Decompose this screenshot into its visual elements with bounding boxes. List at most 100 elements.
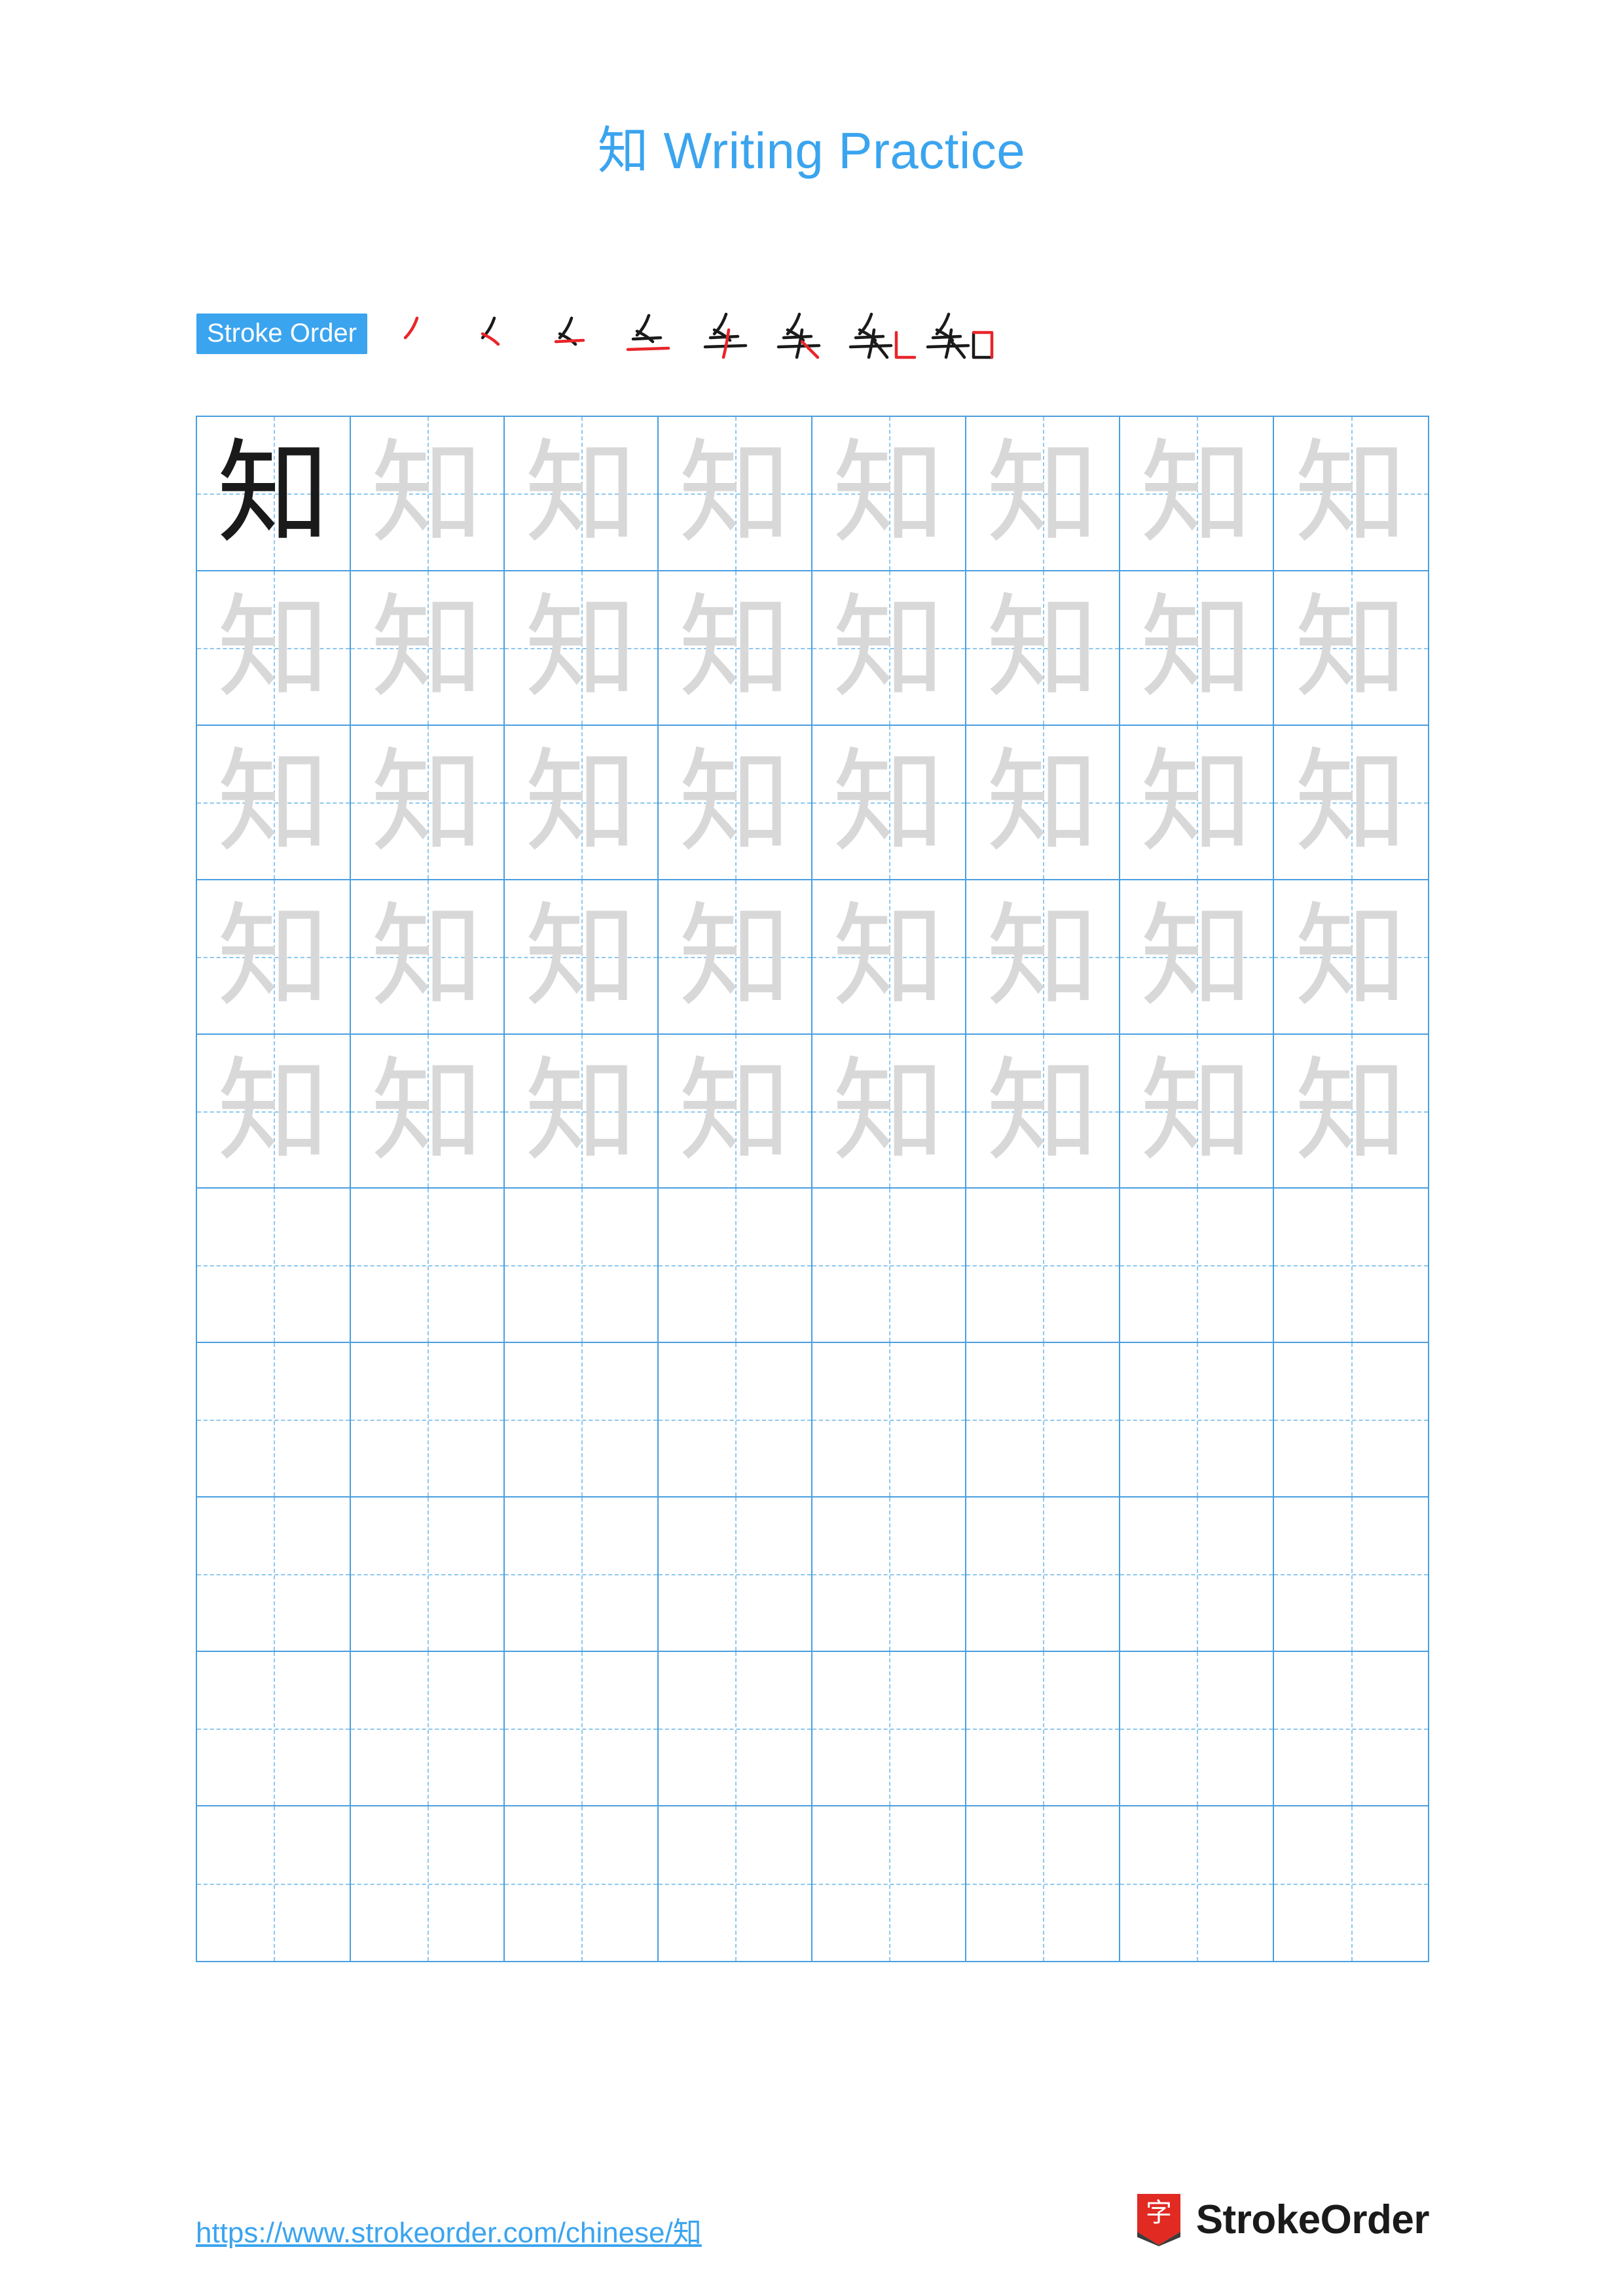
practice-cell (197, 1343, 351, 1498)
traceable-character: 知 (1294, 736, 1408, 868)
practice-cell (812, 1343, 966, 1498)
traceable-character: 知 (1140, 581, 1253, 713)
practice-cell: 知 (1120, 417, 1274, 571)
stroke-step-2 (459, 301, 536, 367)
brand-name: StrokeOrder (1195, 2197, 1430, 2242)
stroke-step-4 (613, 301, 691, 367)
practice-cell (505, 1652, 659, 1807)
stroke-order-section: Stroke Order (196, 304, 1000, 363)
traceable-character: 知 (678, 427, 792, 559)
traceable-character: 知 (678, 1045, 792, 1177)
practice-cell (351, 1189, 505, 1344)
traceable-character: 知 (371, 736, 484, 868)
traceable-character: 知 (1140, 890, 1253, 1022)
practice-cell: 知 (1120, 571, 1274, 726)
stroke-step-8 (922, 301, 1000, 367)
practice-cell (197, 1498, 351, 1653)
practice-cell: 知 (966, 1034, 1120, 1189)
practice-cell (197, 1806, 351, 1961)
practice-cell: 知 (1120, 1034, 1274, 1189)
practice-cell: 知 (197, 725, 351, 880)
page-title: 知 Writing Practice (597, 122, 1026, 179)
practice-cell (966, 1189, 1120, 1344)
practice-cell: 知 (659, 725, 812, 880)
traceable-character: 知 (832, 581, 945, 713)
practice-cell: 知 (1274, 1034, 1428, 1189)
svg-text:字: 字 (1146, 2198, 1172, 2228)
practice-cell: 知 (812, 725, 966, 880)
traceable-character: 知 (986, 890, 1099, 1022)
practice-cell (966, 1806, 1120, 1961)
practice-cell: 知 (351, 725, 505, 880)
practice-cell: 知 (966, 880, 1120, 1035)
traceable-character: 知 (217, 1045, 330, 1177)
traceable-character: 知 (832, 1045, 945, 1177)
practice-cell: 知 (351, 1034, 505, 1189)
practice-cell: 知 (505, 725, 659, 880)
practice-cell (505, 1498, 659, 1653)
practice-cell: 知 (659, 571, 812, 726)
practice-cell (505, 1343, 659, 1498)
practice-cell: 知 (1274, 880, 1428, 1035)
practice-cell: 知 (1274, 417, 1428, 571)
traceable-character: 知 (1140, 736, 1253, 868)
practice-cell (351, 1806, 505, 1961)
practice-cell: 知 (659, 880, 812, 1035)
practice-cell (351, 1343, 505, 1498)
stroke-step-7 (845, 301, 922, 367)
stroke-step-5 (691, 301, 768, 367)
practice-cell: 知 (812, 417, 966, 571)
model-character: 知 (217, 427, 330, 559)
practice-cell (812, 1189, 966, 1344)
practice-cell (1120, 1652, 1274, 1807)
footer-url-link[interactable]: https://www.strokeorder.com/chinese/知 (196, 2209, 702, 2251)
traceable-character: 知 (678, 890, 792, 1022)
traceable-character: 知 (1294, 890, 1408, 1022)
practice-cell (351, 1652, 505, 1807)
practice-cell: 知 (197, 417, 351, 571)
traceable-character: 知 (1140, 1045, 1253, 1177)
practice-cell (659, 1806, 812, 1961)
practice-cell: 知 (659, 1034, 812, 1189)
practice-cell (966, 1498, 1120, 1653)
practice-cell (659, 1498, 812, 1653)
practice-cell: 知 (812, 571, 966, 726)
stroke-step-6 (768, 301, 845, 367)
traceable-character: 知 (217, 736, 330, 868)
practice-cell (1274, 1498, 1428, 1653)
stroke-step-3 (536, 301, 613, 367)
practice-cell (812, 1652, 966, 1807)
traceable-character: 知 (1294, 581, 1408, 713)
practice-cell (659, 1652, 812, 1807)
traceable-character: 知 (217, 581, 330, 713)
practice-cell (1274, 1189, 1428, 1344)
traceable-character: 知 (986, 581, 1099, 713)
practice-cell (197, 1652, 351, 1807)
traceable-character: 知 (371, 427, 484, 559)
practice-cell (1120, 1498, 1274, 1653)
practice-cell (505, 1189, 659, 1344)
practice-cell: 知 (966, 417, 1120, 571)
traceable-character: 知 (986, 1045, 1099, 1177)
traceable-character: 知 (371, 890, 484, 1022)
traceable-character: 知 (524, 890, 638, 1022)
practice-cell: 知 (351, 880, 505, 1035)
practice-cell: 知 (505, 880, 659, 1035)
practice-cell: 知 (1120, 880, 1274, 1035)
practice-cell (659, 1343, 812, 1498)
traceable-character: 知 (217, 890, 330, 1022)
traceable-character: 知 (986, 736, 1099, 868)
stroke-order-badge: Stroke Order (196, 314, 367, 354)
traceable-character: 知 (832, 427, 945, 559)
stroke-step-1 (382, 301, 459, 367)
traceable-character: 知 (1294, 1045, 1408, 1177)
practice-cell: 知 (351, 417, 505, 571)
strokeorder-mark-icon: 字 (1135, 2193, 1183, 2246)
traceable-character: 知 (524, 1045, 638, 1177)
practice-cell (812, 1806, 966, 1961)
practice-cell: 知 (1274, 725, 1428, 880)
practice-cell (966, 1652, 1120, 1807)
practice-cell (505, 1806, 659, 1961)
practice-cell (351, 1498, 505, 1653)
traceable-character: 知 (524, 736, 638, 868)
